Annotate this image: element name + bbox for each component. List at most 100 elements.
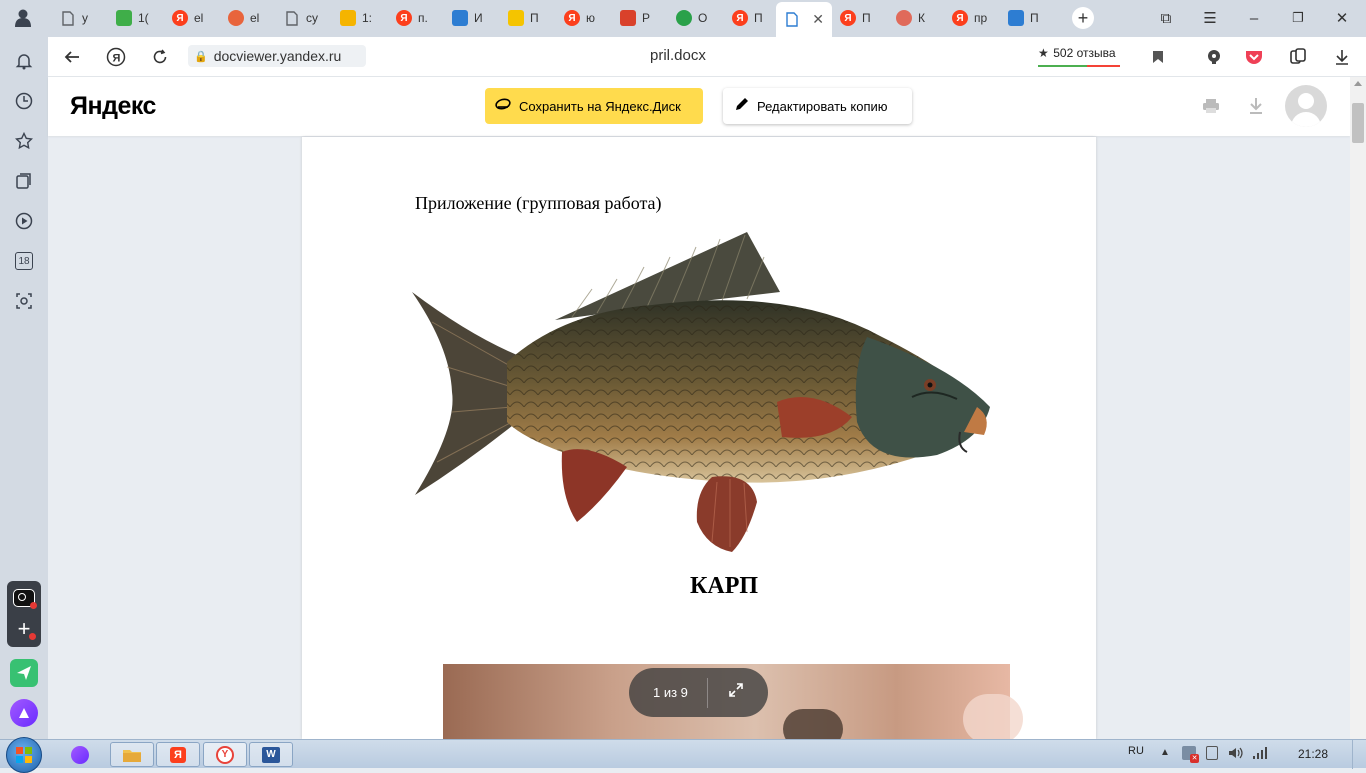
check-icon xyxy=(1008,10,1024,26)
age-badge[interactable]: 18 xyxy=(12,249,36,273)
power-icon[interactable] xyxy=(1206,746,1218,760)
browser-tab[interactable]: Яю xyxy=(556,3,610,33)
notifications-icon[interactable] xyxy=(12,49,36,73)
browser-tab[interactable]: у xyxy=(52,3,106,33)
minimize-icon[interactable]: – xyxy=(1241,6,1267,30)
language-indicator[interactable]: RU xyxy=(1128,745,1144,757)
red-square-icon xyxy=(620,10,636,26)
video-icon[interactable] xyxy=(12,209,36,233)
pocket-icon[interactable] xyxy=(1242,45,1266,69)
save-to-disk-button[interactable]: Сохранить на Яндекс.Диск xyxy=(485,88,703,124)
messenger-icon[interactable] xyxy=(10,659,38,687)
mail-icon xyxy=(340,10,356,26)
taskbar-word-icon[interactable]: W xyxy=(249,742,293,767)
yandex-home-button[interactable]: Я xyxy=(104,45,128,69)
close-window-icon[interactable]: ✕ xyxy=(1329,6,1355,30)
network-error-icon[interactable]: ✕ xyxy=(1182,746,1199,763)
green-square-icon xyxy=(116,10,132,26)
url-text: docviewer.yandex.ru xyxy=(213,48,342,64)
download-doc-icon[interactable] xyxy=(1248,97,1264,120)
disk-icon xyxy=(495,97,511,115)
browser-tab[interactable]: ЯП xyxy=(832,3,886,33)
download-icon[interactable] xyxy=(1330,45,1354,69)
book-icon xyxy=(452,10,468,26)
url-field[interactable]: 🔒 docviewer.yandex.ru xyxy=(188,45,366,67)
svg-text:Я: Я xyxy=(113,53,121,65)
show-hidden-icons[interactable]: ▲ xyxy=(1160,747,1170,758)
show-desktop-button[interactable] xyxy=(1352,740,1366,769)
history-icon[interactable] xyxy=(12,89,36,113)
page-indicator[interactable]: 1 из 9 xyxy=(653,685,703,700)
user-avatar[interactable] xyxy=(1285,85,1327,127)
clock[interactable]: 21:28 xyxy=(1298,747,1328,761)
yandex-logo[interactable]: Яндекс xyxy=(70,92,156,121)
yandex-icon: Я xyxy=(396,10,412,26)
bookmark-icon[interactable] xyxy=(1146,45,1170,69)
tab-label: 1: xyxy=(362,11,373,25)
scrollbar[interactable] xyxy=(1350,77,1366,739)
fullscreen-icon[interactable] xyxy=(728,682,744,703)
pencil-icon xyxy=(735,97,749,116)
collections-icon[interactable] xyxy=(1286,45,1310,69)
profile-icon[interactable] xyxy=(10,7,36,29)
orange-circle-icon xyxy=(228,10,244,26)
tabs-panel-icon[interactable]: ⧉ xyxy=(1153,6,1179,30)
tab-label: И xyxy=(474,11,483,25)
taskbar-alice-icon[interactable] xyxy=(58,742,102,767)
browser-tab[interactable]: И xyxy=(444,3,498,33)
document-page: Приложение (групповая работа) КАРП 1 из … xyxy=(302,137,1096,739)
volume-icon[interactable] xyxy=(1228,746,1244,765)
yandex-icon: Я xyxy=(840,10,856,26)
browser-tab[interactable]: Яп. xyxy=(388,3,442,33)
browser-tab[interactable]: О xyxy=(668,3,722,33)
back-button[interactable] xyxy=(60,45,84,69)
taskbar-yandex-icon[interactable]: Я xyxy=(156,742,200,767)
browser-tab[interactable]: 1( xyxy=(108,3,162,33)
tab-label: П xyxy=(1030,11,1039,25)
alice-icon[interactable] xyxy=(10,699,38,727)
browser-sidebar: 18 + xyxy=(0,37,48,739)
lock-icon: 🔒 xyxy=(194,50,208,63)
browser-tab[interactable]: К xyxy=(888,3,942,33)
protect-icon[interactable] xyxy=(1202,45,1226,69)
yandex-icon: Я xyxy=(564,10,580,26)
scrollbar-up-arrow[interactable] xyxy=(1354,81,1362,86)
taskbar-explorer-icon[interactable] xyxy=(110,742,154,767)
collections-side-icon[interactable] xyxy=(12,169,36,193)
favorites-icon[interactable] xyxy=(12,129,36,153)
browser-tab[interactable]: ✕ xyxy=(776,2,832,37)
browser-tab[interactable]: су xyxy=(276,3,330,33)
address-bar-row: Я 🔒 docviewer.yandex.ru pril.docx ★ 502 … xyxy=(48,37,1366,77)
browser-tab[interactable]: el xyxy=(220,3,274,33)
tab-label: el xyxy=(250,11,260,25)
alice-camera-icon[interactable] xyxy=(13,589,37,609)
reload-button[interactable] xyxy=(148,45,172,69)
browser-tab[interactable]: П xyxy=(1000,3,1056,33)
document-icon xyxy=(60,10,76,26)
tab-label: Р xyxy=(642,11,651,25)
reviews-badge[interactable]: ★ 502 отзыва xyxy=(1038,44,1124,68)
print-icon[interactable] xyxy=(1202,97,1220,120)
browser-tab[interactable]: Япр xyxy=(944,3,998,33)
screenshot-icon[interactable] xyxy=(12,289,36,313)
new-tab-button[interactable]: + xyxy=(1072,7,1094,29)
restore-icon[interactable]: ❐ xyxy=(1285,6,1311,30)
carp-illustration xyxy=(412,232,990,552)
edit-copy-button[interactable]: Редактировать копию xyxy=(723,88,912,124)
browser-tab[interactable]: ЯП xyxy=(724,3,774,33)
tab-label: К xyxy=(918,11,925,25)
browser-tab[interactable]: 1: xyxy=(332,3,386,33)
caption-top: Приложение (групповая работа) xyxy=(415,193,662,213)
browser-tab[interactable]: П xyxy=(500,3,554,33)
star-icon: ★ xyxy=(1038,46,1049,60)
scrollbar-thumb[interactable] xyxy=(1352,103,1364,143)
tab-label: пр xyxy=(974,11,988,25)
browser-tab[interactable]: Яel xyxy=(164,3,218,33)
signal-icon[interactable] xyxy=(1252,746,1268,765)
windows-taskbar: Я Y W RU ▲ ✕ 21:28 xyxy=(0,737,1366,773)
close-tab-icon[interactable]: ✕ xyxy=(812,11,824,28)
tab-label: п. xyxy=(418,11,428,25)
menu-icon[interactable]: ☰ xyxy=(1197,6,1223,30)
taskbar-yandex-browser-icon[interactable]: Y xyxy=(203,742,247,767)
browser-tab[interactable]: Р xyxy=(612,3,666,33)
